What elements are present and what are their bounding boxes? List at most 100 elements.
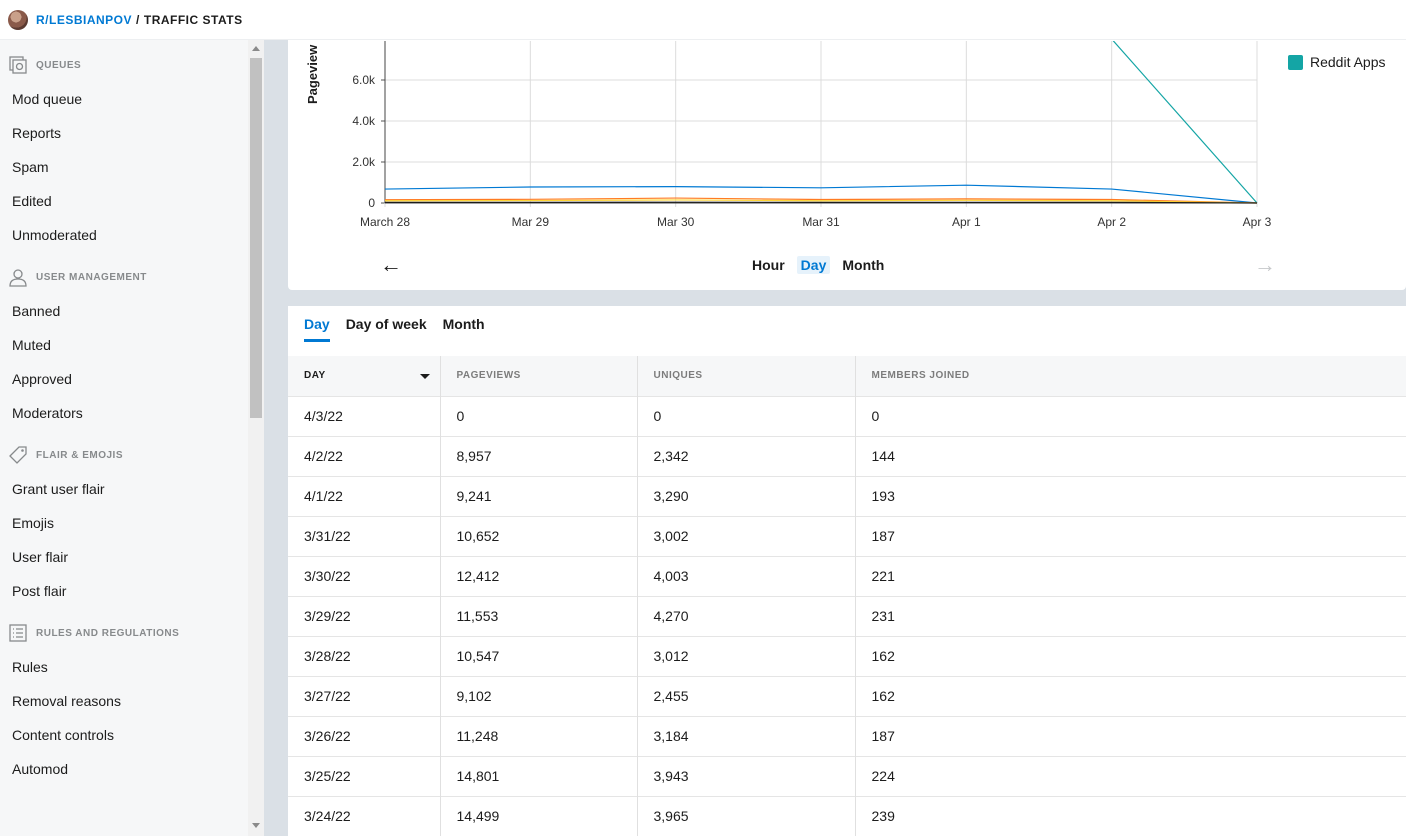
sidebar-section-rules-and-regulations: RULES AND REGULATIONS — [8, 622, 248, 644]
cell-day: 3/29/22 — [288, 595, 441, 636]
arrow-right-icon[interactable]: → — [1254, 252, 1276, 278]
cell-members-joined: 239 — [855, 795, 1406, 836]
cell-day: 3/31/22 — [288, 515, 441, 556]
sidebar-item-spam[interactable]: Spam — [0, 150, 248, 184]
tab-month[interactable]: Month — [443, 306, 485, 342]
breadcrumb-page: TRAFFIC STATS — [143, 12, 243, 27]
breadcrumb: R/LESBIANPOV / TRAFFIC STATS — [36, 13, 243, 27]
sidebar-item-unmoderated[interactable]: Unmoderated — [0, 218, 248, 252]
table-row: 4/3/22 0 0 0 — [288, 395, 1406, 436]
legend-label: Reddit Apps — [1310, 54, 1386, 70]
sidebar-item-rules[interactable]: Rules — [0, 650, 248, 684]
sidebar-scrollbar[interactable] — [248, 40, 264, 836]
sidebar-item-emojis[interactable]: Emojis — [0, 506, 248, 540]
sidebar-item-automod[interactable]: Automod — [0, 752, 248, 786]
y-tick-label: 0 — [368, 196, 375, 210]
cell-pageviews: 10,547 — [440, 635, 638, 676]
table-row: 3/30/22 12,412 4,003 221 — [288, 555, 1406, 596]
sidebar-section-title: USER MANAGEMENT — [36, 271, 147, 283]
subreddit-avatar[interactable] — [8, 9, 28, 30]
chart-legend[interactable]: Reddit Apps — [1288, 54, 1386, 70]
sidebar-item-banned[interactable]: Banned — [0, 294, 248, 328]
rules-icon — [8, 623, 28, 643]
cell-members-joined: 187 — [855, 715, 1406, 756]
y-tick-label: 4.0k — [352, 114, 376, 128]
x-tick-label: Mar 31 — [802, 215, 840, 229]
arrow-left-icon[interactable]: ← — [380, 252, 402, 278]
tab-day[interactable]: Day — [304, 306, 330, 342]
cell-pageviews: 14,499 — [440, 795, 638, 836]
cell-uniques: 3,965 — [637, 795, 856, 836]
column-header-day[interactable]: DAY — [288, 356, 441, 396]
sidebar-section-title: FLAIR & EMOJIS — [36, 449, 124, 461]
x-tick-label: Apr 2 — [1097, 215, 1126, 229]
sidebar-item-post-flair[interactable]: Post flair — [0, 574, 248, 608]
cell-members-joined: 231 — [855, 595, 1406, 636]
cell-uniques: 3,943 — [637, 755, 856, 796]
cell-members-joined: 224 — [855, 755, 1406, 796]
table-row: 3/25/22 14,801 3,943 224 — [288, 755, 1406, 796]
queue-icon — [8, 55, 28, 75]
sidebar-item-user-flair[interactable]: User flair — [0, 540, 248, 574]
granularity-hour[interactable]: Hour — [748, 256, 789, 274]
traffic-chart-card: 0 2.0k 4.0k 6.0k Pageview March 28 Mar 29 Mar 3… — [288, 40, 1406, 290]
granularity-toggle: Hour Day Month — [748, 256, 888, 274]
sidebar-item-removal-reasons[interactable]: Removal reasons — [0, 684, 248, 718]
x-tick-label: Apr 1 — [952, 215, 981, 229]
cell-uniques: 3,002 — [637, 515, 856, 556]
traffic-chart: 0 2.0k 4.0k 6.0k Pageview March 28 Mar 29 Mar 3… — [305, 41, 1272, 229]
legend-swatch — [1288, 54, 1303, 70]
y-tick-label: 2.0k — [352, 155, 376, 169]
mod-sidebar: QUEUES Mod queue Reports Spam Edited Unmodera… — [0, 40, 248, 836]
sidebar-item-mod-queue[interactable]: Mod queue — [0, 82, 248, 116]
traffic-table-card: Day Day of week Month DAY PAGEVIEWS UNIQ… — [288, 306, 1406, 836]
table-row: 4/1/22 9,241 3,290 193 — [288, 475, 1406, 516]
sidebar-section-title: RULES AND REGULATIONS — [36, 627, 180, 639]
table-row: 3/24/22 14,499 3,965 239 — [288, 795, 1406, 836]
breadcrumb-subreddit[interactable]: R/LESBIANPOV — [36, 13, 132, 27]
sidebar-item-grant-user-flair[interactable]: Grant user flair — [0, 472, 248, 506]
table-header-row: DAY PAGEVIEWS UNIQUES MEMBERS JOINED — [288, 356, 1406, 396]
granularity-month[interactable]: Month — [838, 256, 888, 274]
x-tick-label: March 28 — [360, 215, 410, 229]
cell-members-joined: 162 — [855, 635, 1406, 676]
series-line-4 — [385, 201, 1258, 204]
scroll-down-icon[interactable] — [252, 823, 260, 828]
cell-members-joined: 144 — [855, 435, 1406, 476]
cell-uniques: 2,455 — [637, 675, 856, 716]
sidebar-item-reports[interactable]: Reports — [0, 116, 248, 150]
cell-pageviews: 10,652 — [440, 515, 638, 556]
cell-members-joined: 162 — [855, 675, 1406, 716]
cell-pageviews: 11,248 — [440, 715, 638, 756]
sidebar-item-approved[interactable]: Approved — [0, 362, 248, 396]
x-tick-label: Apr 3 — [1243, 215, 1272, 229]
top-bar: R/LESBIANPOV / TRAFFIC STATS — [0, 0, 1406, 40]
cell-day: 4/1/22 — [288, 475, 441, 516]
sidebar-item-muted[interactable]: Muted — [0, 328, 248, 362]
cell-members-joined: 187 — [855, 515, 1406, 556]
sidebar-item-content-controls[interactable]: Content controls — [0, 718, 248, 752]
scroll-up-icon[interactable] — [252, 46, 260, 51]
cell-day: 3/24/22 — [288, 795, 441, 836]
table-row: 3/27/22 9,102 2,455 162 — [288, 675, 1406, 716]
column-header-uniques: UNIQUES — [637, 356, 856, 396]
cell-members-joined: 193 — [855, 475, 1406, 516]
cell-pageviews: 0 — [440, 395, 638, 436]
sort-caret-icon[interactable] — [419, 374, 430, 380]
sidebar-item-moderators[interactable]: Moderators — [0, 396, 248, 430]
tag-icon — [8, 445, 28, 465]
scrollbar-thumb[interactable] — [250, 58, 262, 418]
table-row: 3/29/22 11,553 4,270 231 — [288, 595, 1406, 636]
x-tick-label: Mar 29 — [512, 215, 550, 229]
table-row: 3/31/22 10,652 3,002 187 — [288, 515, 1406, 556]
table-row: 4/2/22 8,957 2,342 144 — [288, 435, 1406, 476]
sidebar-item-edited[interactable]: Edited — [0, 184, 248, 218]
y-axis-label: Pageview — [305, 44, 320, 104]
cell-pageviews: 9,102 — [440, 675, 638, 716]
cell-uniques: 3,184 — [637, 715, 856, 756]
cell-pageviews: 9,241 — [440, 475, 638, 516]
tab-day-of-week[interactable]: Day of week — [346, 306, 427, 342]
sidebar-section-title: QUEUES — [36, 59, 82, 71]
granularity-day[interactable]: Day — [796, 256, 831, 274]
y-tick-label: 6.0k — [352, 73, 376, 87]
